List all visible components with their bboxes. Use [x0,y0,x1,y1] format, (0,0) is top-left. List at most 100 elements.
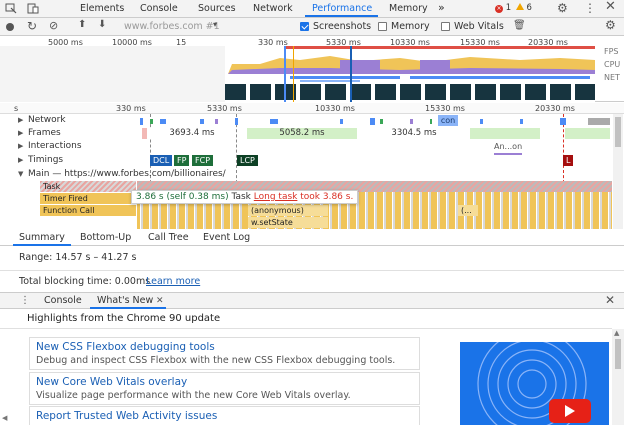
frames-track-label: Frames [28,128,61,138]
interactions-track[interactable]: ▶ Interactions An...on [0,140,624,155]
anonymous-call-block[interactable]: (... [458,205,478,216]
frame-block[interactable]: 5058.2 ms [247,128,357,139]
frame-block[interactable]: 3304.5 ms [370,128,458,139]
tab-memory[interactable]: Memory [389,3,428,14]
scroll-up-icon[interactable]: ▲ [614,329,619,337]
youtube-play-icon[interactable] [549,399,591,423]
net-lane-label: NET [604,73,620,82]
video-thumbnail[interactable] [460,342,609,425]
frame-block[interactable] [142,128,147,139]
record-icon[interactable] [6,23,14,31]
webvitals-checkbox[interactable] [441,22,450,31]
tab-call-tree[interactable]: Call Tree [148,232,189,243]
tab-elements[interactable]: Elements [80,3,124,14]
active-tab-indicator [90,307,166,309]
tooltip-suffix: took 3.86 s. [300,192,354,202]
tab-sources[interactable]: Sources [198,3,236,14]
timeline-scrollbar[interactable] [613,114,623,229]
expand-icon[interactable]: ▶ [18,114,23,127]
more-options-icon[interactable]: ⋮ [584,2,596,14]
tab-performance[interactable]: Performance [312,3,372,14]
whats-new-pane: Highlights from the Chrome 90 update New… [0,310,624,425]
main-thread-label: Main — https://www.forbes.com/billionair… [28,169,226,179]
network-requests [140,117,610,125]
long-task-link[interactable]: Long task [254,192,298,202]
dcl-marker[interactable]: DCL [150,155,173,166]
garbage-collect-icon[interactable]: 🗑 [513,20,526,32]
fps-lane-label: FPS [604,47,619,56]
tab-network[interactable]: Network [253,3,293,14]
details-tab-bar: Summary Bottom-Up Call Tree Event Log [0,229,624,246]
card-title[interactable]: Report Trusted Web Activity issues [36,410,217,422]
clear-icon[interactable]: ⊘ [49,20,58,32]
card-description: Visualize page performance with the new … [36,390,351,401]
main-thread-track[interactable]: ▼ Main — https://www.forbes.com/billiona… [0,168,624,181]
timeline-overview[interactable]: 5000 ms 10000 ms 15 330 ms 5330 ms 10330… [0,36,624,102]
anonymous-call-block[interactable]: (anonymous) [248,205,328,216]
frame-block[interactable] [470,128,540,139]
tab-console[interactable]: Console [140,3,178,14]
screenshots-checkbox[interactable] [300,22,309,31]
save-profile-icon[interactable]: ⬇ [98,19,106,31]
feature-card[interactable]: New CSS Flexbox debugging tools Debug an… [29,337,420,370]
card-description: Debug and inspect CSS Flexbox with the n… [36,355,396,366]
feature-card[interactable]: Report Trusted Web Activity issues [29,406,420,425]
scrollbar-thumb[interactable] [615,339,621,369]
close-devtools-icon[interactable]: ✕ [605,0,616,13]
learn-more-link[interactable]: Learn more [146,276,200,287]
close-tab-icon[interactable]: ✕ [156,295,164,307]
scrollbar-thumb[interactable] [615,117,621,147]
fcp-marker[interactable]: FCP [192,155,214,166]
load-marker[interactable]: L [563,155,574,166]
frame-block[interactable]: 3693.4 ms [148,128,236,139]
recording-select[interactable]: www.forbes.com #1 [124,21,220,32]
tab-bottom-up[interactable]: Bottom-Up [80,232,131,243]
issues-counter[interactable]: × 1 6 [495,3,532,13]
card-title[interactable]: New CSS Flexbox debugging tools [36,341,215,353]
tab-event-log[interactable]: Event Log [203,232,250,243]
chevron-down-icon[interactable]: ▾ [213,20,217,29]
drawer-scrollbar[interactable]: ▲ [612,329,624,425]
inspect-element-icon[interactable] [5,3,17,18]
drawer-menu-icon[interactable]: ⋮ [20,295,30,307]
feature-card[interactable]: New Core Web Vitals overlay Visualize pa… [29,372,420,405]
active-tab-indicator [305,15,378,17]
timings-track[interactable]: ▶ Timings DCL FP FCP LCP L [0,154,624,167]
card-title[interactable]: New Core Web Vitals overlay [36,376,187,388]
frame-block[interactable] [565,128,610,139]
device-toolbar-icon[interactable] [27,3,39,18]
timeline-ruler: s 330 ms 5330 ms 10330 ms 15330 ms 20330… [0,103,624,114]
cpu-lane-label: CPU [604,60,621,69]
function-call-block[interactable]: Function Call [40,205,136,216]
capture-settings-icon[interactable]: ⚙ [605,19,616,31]
network-track[interactable]: ▶ Network con [0,114,624,127]
expand-icon[interactable]: ▶ [18,140,23,153]
summary-pane: Range: 14.57 s – 41.27 s Total blocking … [0,246,624,292]
collapse-icon[interactable]: ▼ [18,168,23,181]
blocking-time-text: Total blocking time: 0.00ms [19,276,151,287]
ruler-tick: s [14,104,19,113]
memory-checkbox[interactable] [378,22,387,31]
setstate-call-block[interactable]: w.setState [248,217,328,228]
task-block[interactable]: Task [40,181,136,192]
devtools-tab-bar: Elements Console Sources Network Perform… [0,0,624,18]
drawer-tab-whats-new[interactable]: What's New [97,295,153,306]
expand-icon[interactable]: ▶ [18,127,23,140]
settings-gear-icon[interactable]: ⚙ [557,2,568,14]
fp-marker[interactable]: FP [174,155,190,166]
interaction-marker[interactable]: An...on [494,140,523,155]
flame-chart[interactable]: Task Timer Fired Function Call (anonymou… [0,181,624,229]
tab-summary[interactable]: Summary [19,232,65,243]
scroll-left-icon[interactable]: ◀ [2,414,7,422]
reload-record-icon[interactable]: ↻ [27,20,37,32]
timer-fired-block[interactable]: Timer Fired [40,193,136,204]
divider [0,270,624,271]
load-profile-icon[interactable]: ⬆ [78,19,86,31]
drawer-tab-console[interactable]: Console [44,295,82,306]
more-tabs-button[interactable]: » [438,1,445,14]
network-request-label[interactable]: con [438,115,458,126]
lcp-marker[interactable]: LCP [237,155,258,166]
expand-icon[interactable]: ▶ [18,154,23,167]
frames-track[interactable]: ▶ Frames 3693.4 ms 5058.2 ms 3304.5 ms [0,127,624,140]
close-drawer-icon[interactable]: ✕ [605,294,615,306]
